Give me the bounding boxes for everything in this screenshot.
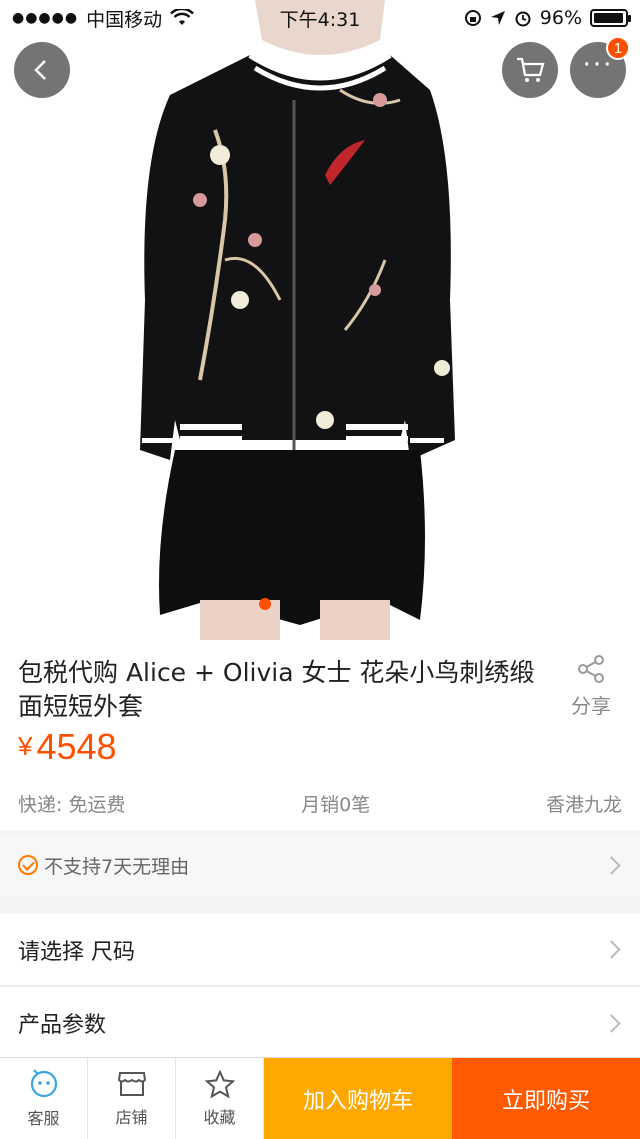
carrier-name: 中国移动 (86, 8, 163, 31)
chevron-right-icon (602, 1013, 621, 1033)
bottom-action-bar: 客服 店铺 收藏 加入购物车 立即购买 (0, 1057, 640, 1139)
more-menu-button[interactable]: ··· 1 (570, 36, 630, 98)
product-detail-page: ●●●●● 中国移动 下午4:31 96% ··· 1 包税代购 Alice +… (0, 0, 640, 1139)
price-value: 4548 (36, 726, 117, 767)
share-label: 分享 (571, 694, 611, 718)
product-price: ¥4548 (18, 726, 117, 768)
service-notice-row[interactable]: 不支持7天无理由 (0, 834, 640, 896)
location-arrow-icon (490, 11, 505, 25)
select-size-label: 请选择 尺码 (18, 939, 135, 965)
share-icon (578, 655, 604, 683)
status-time: 下午4:31 (279, 8, 361, 31)
service-notice-text: 不支持7天无理由 (44, 855, 190, 878)
status-right: 96% (464, 7, 631, 29)
rotation-lock-icon (464, 10, 481, 26)
customer-service-tab[interactable]: 客服 (0, 1058, 88, 1139)
shop-icon (117, 1071, 146, 1096)
back-button[interactable] (14, 42, 70, 98)
buy-now-button[interactable]: 立即购买 (452, 1058, 640, 1139)
price-currency: ¥ (18, 731, 33, 761)
product-meta: 快递: 免运费 月销0笔 香港九龙 (18, 790, 622, 817)
chevron-left-icon (34, 60, 46, 80)
chat-face-icon (30, 1068, 57, 1097)
chevron-right-icon (602, 855, 621, 875)
cart-button[interactable] (502, 42, 558, 98)
wifi-icon (170, 9, 194, 25)
check-circle-icon (18, 855, 38, 875)
carousel-indicator-dot (259, 598, 271, 610)
shipping-info: 快递: 免运费 (18, 794, 126, 816)
customer-service-label: 客服 (27, 1108, 60, 1128)
battery-fill (594, 13, 623, 23)
select-size-row[interactable]: 请选择 尺码 (0, 914, 640, 986)
alarm-icon (515, 11, 531, 27)
notification-badge: 1 (606, 36, 630, 60)
product-params-row[interactable]: 产品参数 (0, 987, 640, 1059)
ship-from-location: 香港九龙 (545, 794, 622, 816)
shopping-cart-icon (517, 57, 545, 82)
shop-tab[interactable]: 店铺 (88, 1058, 176, 1139)
favorite-tab[interactable]: 收藏 (176, 1058, 264, 1139)
status-left: ●●●●● 中国移动 (12, 5, 194, 32)
product-title: 包税代购 Alice + Olivia 女士 花朵小鸟刺绣缎面短短外套 (18, 658, 535, 721)
shop-label: 店铺 (115, 1107, 148, 1127)
product-photo-illustration (0, 0, 640, 640)
battery-percent: 96% (539, 7, 582, 29)
product-image[interactable] (0, 0, 640, 640)
share-button[interactable]: 分享 (560, 654, 622, 719)
star-icon (204, 1069, 235, 1098)
add-to-cart-button[interactable]: 加入购物车 (264, 1058, 452, 1139)
favorite-label: 收藏 (203, 1107, 236, 1127)
product-params-label: 产品参数 (18, 1013, 107, 1038)
signal-strength-icon: ●●●●● (12, 10, 79, 26)
status-bar: ●●●●● 中国移动 下午4:31 96% (0, 0, 640, 36)
monthly-sales: 月销0笔 (301, 794, 371, 816)
chevron-right-icon (602, 940, 621, 959)
battery-icon (590, 9, 631, 27)
product-info: 包税代购 Alice + Olivia 女士 花朵小鸟刺绣缎面短短外套 分享 ¥… (0, 640, 640, 830)
